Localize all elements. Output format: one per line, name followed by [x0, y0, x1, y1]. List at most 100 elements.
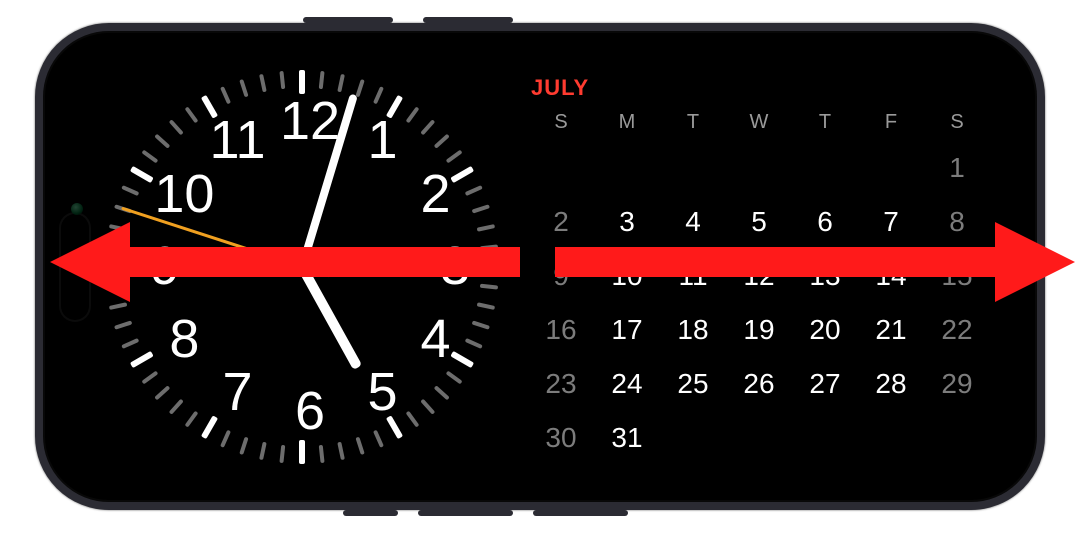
clock-tick	[185, 106, 199, 123]
clock-pin2-icon	[298, 263, 306, 271]
clock-tick	[299, 70, 305, 94]
clock-tick	[420, 398, 435, 414]
calendar-day: 1	[927, 148, 987, 188]
calendar-day: 13	[795, 256, 855, 296]
clock-tick	[106, 244, 124, 250]
side-button[interactable]	[418, 510, 513, 516]
clock-tick	[201, 415, 218, 439]
calendar-day: 14	[861, 256, 921, 296]
clock-numeral: 6	[295, 384, 325, 438]
clock-tick	[465, 337, 483, 348]
calendar-day: 7	[861, 202, 921, 242]
calendar-day	[531, 148, 591, 188]
clock-tick	[434, 385, 450, 400]
clock-tick	[472, 204, 490, 213]
iphone-frame: 111098765432112 JULY SMTWTFS123456789101…	[35, 23, 1045, 510]
clock-tick	[279, 70, 285, 88]
calendar-month-label: JULY	[531, 75, 987, 101]
calendar-day	[663, 418, 723, 458]
clock-tick	[299, 440, 305, 464]
calendar-grid: SMTWTFS123456789101112131415161718192021…	[531, 111, 987, 458]
calendar-day: 29	[927, 364, 987, 404]
calendar-day: 10	[597, 256, 657, 296]
standby-screen[interactable]: 111098765432112 JULY SMTWTFS123456789101…	[43, 31, 1037, 502]
clock-tick	[472, 320, 490, 329]
clock-tick	[154, 133, 170, 148]
clock-numeral: 11	[209, 113, 265, 167]
clock-tick	[279, 444, 285, 462]
clock-tick	[114, 320, 132, 329]
calendar-today: 31	[597, 418, 657, 458]
clock-tick	[105, 264, 129, 270]
volume-up-button[interactable]	[303, 17, 393, 23]
action-button[interactable]	[343, 510, 398, 516]
calendar-day: 24	[597, 364, 657, 404]
calendar-day	[795, 148, 855, 188]
calendar-day: 27	[795, 364, 855, 404]
clock-numeral: 2	[421, 167, 451, 221]
clock-tick	[259, 73, 267, 91]
clock-tick	[319, 70, 325, 88]
calendar-day: 23	[531, 364, 591, 404]
volume-down-button[interactable]	[423, 17, 513, 23]
calendar-day: 18	[663, 310, 723, 350]
clock-tick	[465, 185, 483, 196]
clock-tick	[406, 410, 420, 427]
clock-tick	[141, 370, 158, 384]
clock-tick	[220, 86, 231, 104]
clock-tick	[480, 283, 498, 289]
clock-hour-hand	[298, 264, 362, 369]
calendar-day	[795, 418, 855, 458]
calendar-widget[interactable]: JULY SMTWTFS1234567891011121314151617181…	[531, 75, 987, 458]
calendar-day: 20	[795, 310, 855, 350]
calendar-day: 2	[531, 202, 591, 242]
calendar-day: 3	[597, 202, 657, 242]
clock-tick	[109, 224, 127, 232]
clock-tick	[130, 165, 154, 182]
clock-tick	[446, 370, 463, 384]
calendar-day-of-week: M	[597, 111, 657, 134]
clock-numeral: 12	[280, 94, 340, 148]
clock-tick	[450, 350, 474, 367]
clock-numeral: 4	[421, 312, 451, 366]
calendar-day: 22	[927, 310, 987, 350]
calendar-day-of-week: T	[663, 111, 723, 134]
clock-numeral: 5	[367, 365, 397, 419]
clock-tick	[141, 149, 158, 163]
clock-tick	[420, 119, 435, 135]
clock-numeral: 10	[154, 167, 214, 221]
clock-tick	[446, 149, 463, 163]
clock-tick	[337, 73, 345, 91]
clock-tick	[185, 410, 199, 427]
calendar-day-of-week: W	[729, 111, 789, 134]
clock-tick	[239, 436, 248, 454]
calendar-day: 9	[531, 256, 591, 296]
clock-tick	[450, 165, 474, 182]
clock-tick	[121, 337, 139, 348]
clock-tick	[154, 385, 170, 400]
clock-tick	[477, 302, 495, 310]
clock-tick	[130, 350, 154, 367]
clock-tick	[220, 429, 231, 447]
calendar-day: 12	[729, 256, 789, 296]
clock-tick	[337, 441, 345, 459]
clock-tick	[121, 185, 139, 196]
clock-widget[interactable]: 111098765432112	[113, 69, 491, 464]
clock-tick	[319, 444, 325, 462]
clock-tick	[106, 283, 124, 289]
calendar-day-of-week: T	[795, 111, 855, 134]
calendar-day: 19	[729, 310, 789, 350]
clock-tick	[355, 79, 364, 97]
clock-numeral: 7	[222, 365, 252, 419]
calendar-day: 6	[795, 202, 855, 242]
calendar-day: 8	[927, 202, 987, 242]
clock-tick	[239, 79, 248, 97]
clock-tick	[434, 133, 450, 148]
clock-tick	[373, 429, 384, 447]
calendar-day-of-week: S	[531, 111, 591, 134]
clock-tick	[355, 436, 364, 454]
side-button-2[interactable]	[533, 510, 628, 516]
clock-numeral: 1	[367, 113, 397, 167]
calendar-day: 16	[531, 310, 591, 350]
calendar-day	[729, 148, 789, 188]
